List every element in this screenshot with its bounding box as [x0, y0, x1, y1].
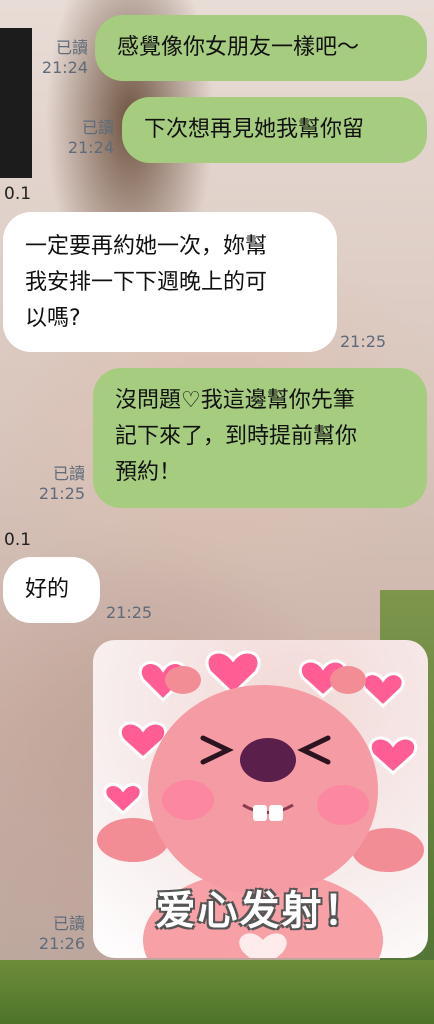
outgoing-message[interactable]: 沒問題♡我這邊幫你先筆 記下來了，到時提前幫你 預約！ [93, 368, 427, 508]
message-meta: 已讀 21:25 [27, 464, 85, 504]
sticker-caption: 爱心发射！ [155, 888, 366, 934]
message-line: 一定要再約她一次，妳幫 [25, 234, 268, 259]
outgoing-message[interactable]: 感覺像你女朋友一樣吧～ [95, 15, 427, 81]
sender-name: 0.1 [4, 184, 32, 204]
message-line: 以嗎? [25, 306, 81, 331]
incoming-message[interactable]: 好的 [3, 557, 100, 623]
background-grass-bottom [0, 960, 434, 1024]
outgoing-message[interactable]: 下次想再見她我幫你留 [122, 97, 427, 163]
message-line: 我安排一下下週晚上的可 [25, 270, 268, 295]
message-time: 21:25 [38, 484, 85, 503]
message-meta: 已讀 21:26 [27, 914, 85, 954]
message-text: 感覺像你女朋友一樣吧～ [117, 35, 360, 60]
message-line: 預約！ [115, 460, 182, 485]
incoming-message[interactable]: 一定要再約她一次，妳幫 我安排一下下週晚上的可 以嗎? [3, 212, 337, 352]
message-meta: 已讀 21:24 [30, 38, 88, 78]
message-time: 21:24 [41, 58, 88, 77]
read-receipt: 已讀 [52, 464, 85, 483]
message-time: 21:26 [38, 934, 85, 953]
message-meta: 已讀 21:24 [56, 118, 114, 158]
message-time: 21:24 [67, 138, 114, 157]
read-receipt: 已讀 [81, 118, 114, 137]
read-receipt: 已讀 [55, 38, 88, 57]
message-time: 21:25 [106, 603, 153, 622]
message-text: 下次想再見她我幫你留 [144, 117, 365, 142]
message-time: 21:25 [340, 332, 387, 351]
message-text: 好的 [25, 577, 70, 602]
read-receipt: 已讀 [52, 914, 85, 933]
sticker-message[interactable]: 爱心发射！ [93, 640, 428, 958]
message-line: 記下來了，到時提前幫你 [115, 424, 358, 449]
sender-name: 0.1 [4, 530, 32, 550]
background-object [0, 28, 32, 178]
message-line: 沒問題♡我這邊幫你先筆 [115, 388, 355, 413]
